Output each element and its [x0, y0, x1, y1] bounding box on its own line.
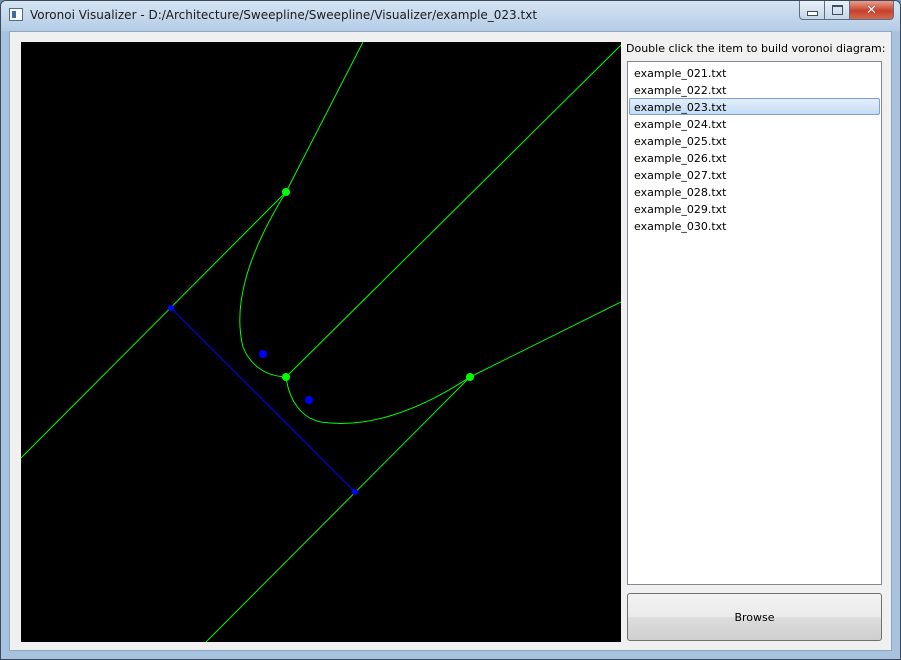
voronoi-diagram: [21, 42, 621, 642]
close-button[interactable]: ✕: [850, 1, 894, 20]
app-window: Voronoi Visualizer - D:/Architecture/Swe…: [0, 0, 901, 660]
file-list[interactable]: example_021.txt example_022.txt example_02…: [627, 61, 882, 585]
minimize-button[interactable]: [799, 1, 825, 20]
file-list-item[interactable]: example_029.txt: [629, 200, 880, 217]
file-list-item[interactable]: example_027.txt: [629, 166, 880, 183]
instruction-label: Double click the item to build voronoi d…: [626, 42, 886, 55]
voronoi-vertex: [466, 373, 474, 381]
minimize-icon: [806, 10, 818, 16]
close-icon: ✕: [866, 2, 877, 18]
file-list-item[interactable]: example_023.txt: [629, 98, 880, 115]
voronoi-canvas[interactable]: [21, 42, 621, 642]
client-area: Double click the item to build voronoi d…: [9, 31, 892, 651]
file-list-item[interactable]: example_022.txt: [629, 81, 880, 98]
input-site: [259, 350, 267, 358]
voronoi-vertex: [282, 373, 290, 381]
voronoi-edge: [469, 301, 621, 378]
file-list-item[interactable]: example_021.txt: [629, 64, 880, 81]
voronoi-edge: [205, 376, 471, 642]
app-icon: [9, 8, 23, 21]
voronoi-edge: [21, 191, 287, 459]
file-list-item[interactable]: example_026.txt: [629, 149, 880, 166]
input-site: [305, 396, 313, 404]
window-title: Voronoi Visualizer - D:/Architecture/Swe…: [30, 8, 538, 22]
browse-button[interactable]: Browse: [627, 593, 882, 641]
maximize-icon: [831, 5, 843, 15]
voronoi-vertex: [282, 188, 290, 196]
segment-endpoint: [352, 489, 358, 495]
voronoi-edge: [285, 376, 471, 424]
file-list-item[interactable]: example_025.txt: [629, 132, 880, 149]
file-list-item[interactable]: example_030.txt: [629, 217, 880, 234]
maximize-button[interactable]: [825, 1, 850, 20]
file-list-item[interactable]: example_028.txt: [629, 183, 880, 200]
voronoi-edge: [239, 191, 287, 378]
segment-endpoint: [168, 305, 174, 311]
voronoi-edge: [285, 42, 364, 193]
file-list-item[interactable]: example_024.txt: [629, 115, 880, 132]
caption-buttons: ✕: [799, 1, 894, 21]
title-bar[interactable]: Voronoi Visualizer - D:/Architecture/Swe…: [1, 1, 900, 31]
